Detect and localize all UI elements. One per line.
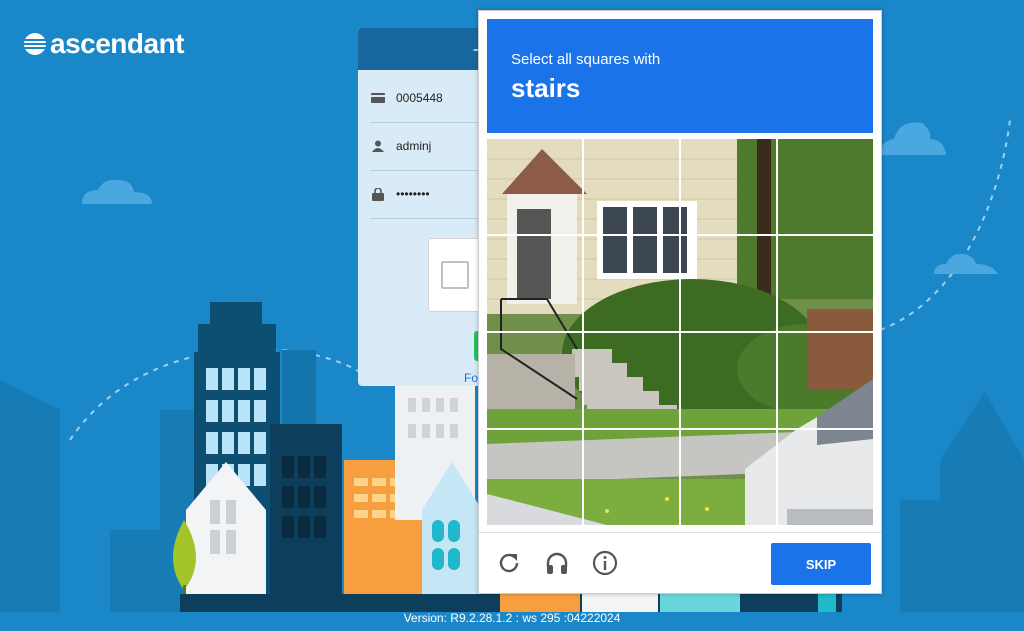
grid-tile[interactable] bbox=[680, 139, 777, 235]
grid-tile[interactable] bbox=[583, 429, 680, 525]
user-icon bbox=[370, 139, 386, 153]
grid-tile[interactable] bbox=[583, 139, 680, 235]
grid-tile[interactable] bbox=[487, 332, 583, 429]
password-field[interactable]: •••••••• bbox=[370, 170, 486, 219]
lock-icon bbox=[370, 187, 386, 201]
skip-button[interactable]: SKIP bbox=[771, 543, 871, 585]
brand-name: ascendant bbox=[50, 28, 185, 59]
challenge-footer: SKIP bbox=[479, 532, 881, 594]
refresh-icon[interactable] bbox=[495, 549, 523, 577]
grid-tile[interactable] bbox=[777, 139, 873, 235]
grid-tile[interactable] bbox=[777, 429, 873, 525]
ascendant-logo-icon bbox=[24, 33, 46, 55]
captcha-checkbox[interactable] bbox=[441, 261, 469, 289]
login-card: ⇥ 0005448 adminj •••••••• Fo bbox=[358, 28, 498, 386]
info-icon[interactable] bbox=[591, 549, 619, 577]
grid-tile[interactable] bbox=[777, 332, 873, 429]
forgot-link[interactable]: Fo bbox=[464, 371, 478, 385]
challenge-image-grid bbox=[487, 139, 873, 525]
grid-tile[interactable] bbox=[680, 332, 777, 429]
login-header: ⇥ bbox=[358, 28, 498, 70]
account-number-value: 0005448 bbox=[396, 91, 443, 105]
account-number-field[interactable]: 0005448 bbox=[370, 74, 486, 123]
grid-tile[interactable] bbox=[487, 139, 583, 235]
username-field[interactable]: adminj bbox=[370, 122, 486, 171]
grid-tile[interactable] bbox=[680, 235, 777, 332]
grid-tile[interactable] bbox=[583, 235, 680, 332]
grid-tile[interactable] bbox=[583, 332, 680, 429]
challenge-header: Select all squares with stairs bbox=[487, 19, 873, 133]
ascendant-logo: ascendant bbox=[24, 28, 185, 60]
grid-tile[interactable] bbox=[680, 429, 777, 525]
challenge-target: stairs bbox=[511, 73, 581, 103]
grid-tile[interactable] bbox=[487, 429, 583, 525]
password-value: •••••••• bbox=[396, 187, 430, 201]
grid-tile[interactable] bbox=[487, 235, 583, 332]
headphones-icon[interactable] bbox=[543, 549, 571, 577]
version-text: Version: R9.2.28.1.2 : ws 295 :04222024 bbox=[403, 611, 621, 625]
username-value: adminj bbox=[396, 139, 432, 153]
challenge-instruction: Select all squares with bbox=[511, 51, 661, 68]
captcha-challenge: Select all squares with stairs SKIP bbox=[478, 10, 882, 594]
card-icon bbox=[370, 91, 386, 105]
grid-tile[interactable] bbox=[777, 235, 873, 332]
